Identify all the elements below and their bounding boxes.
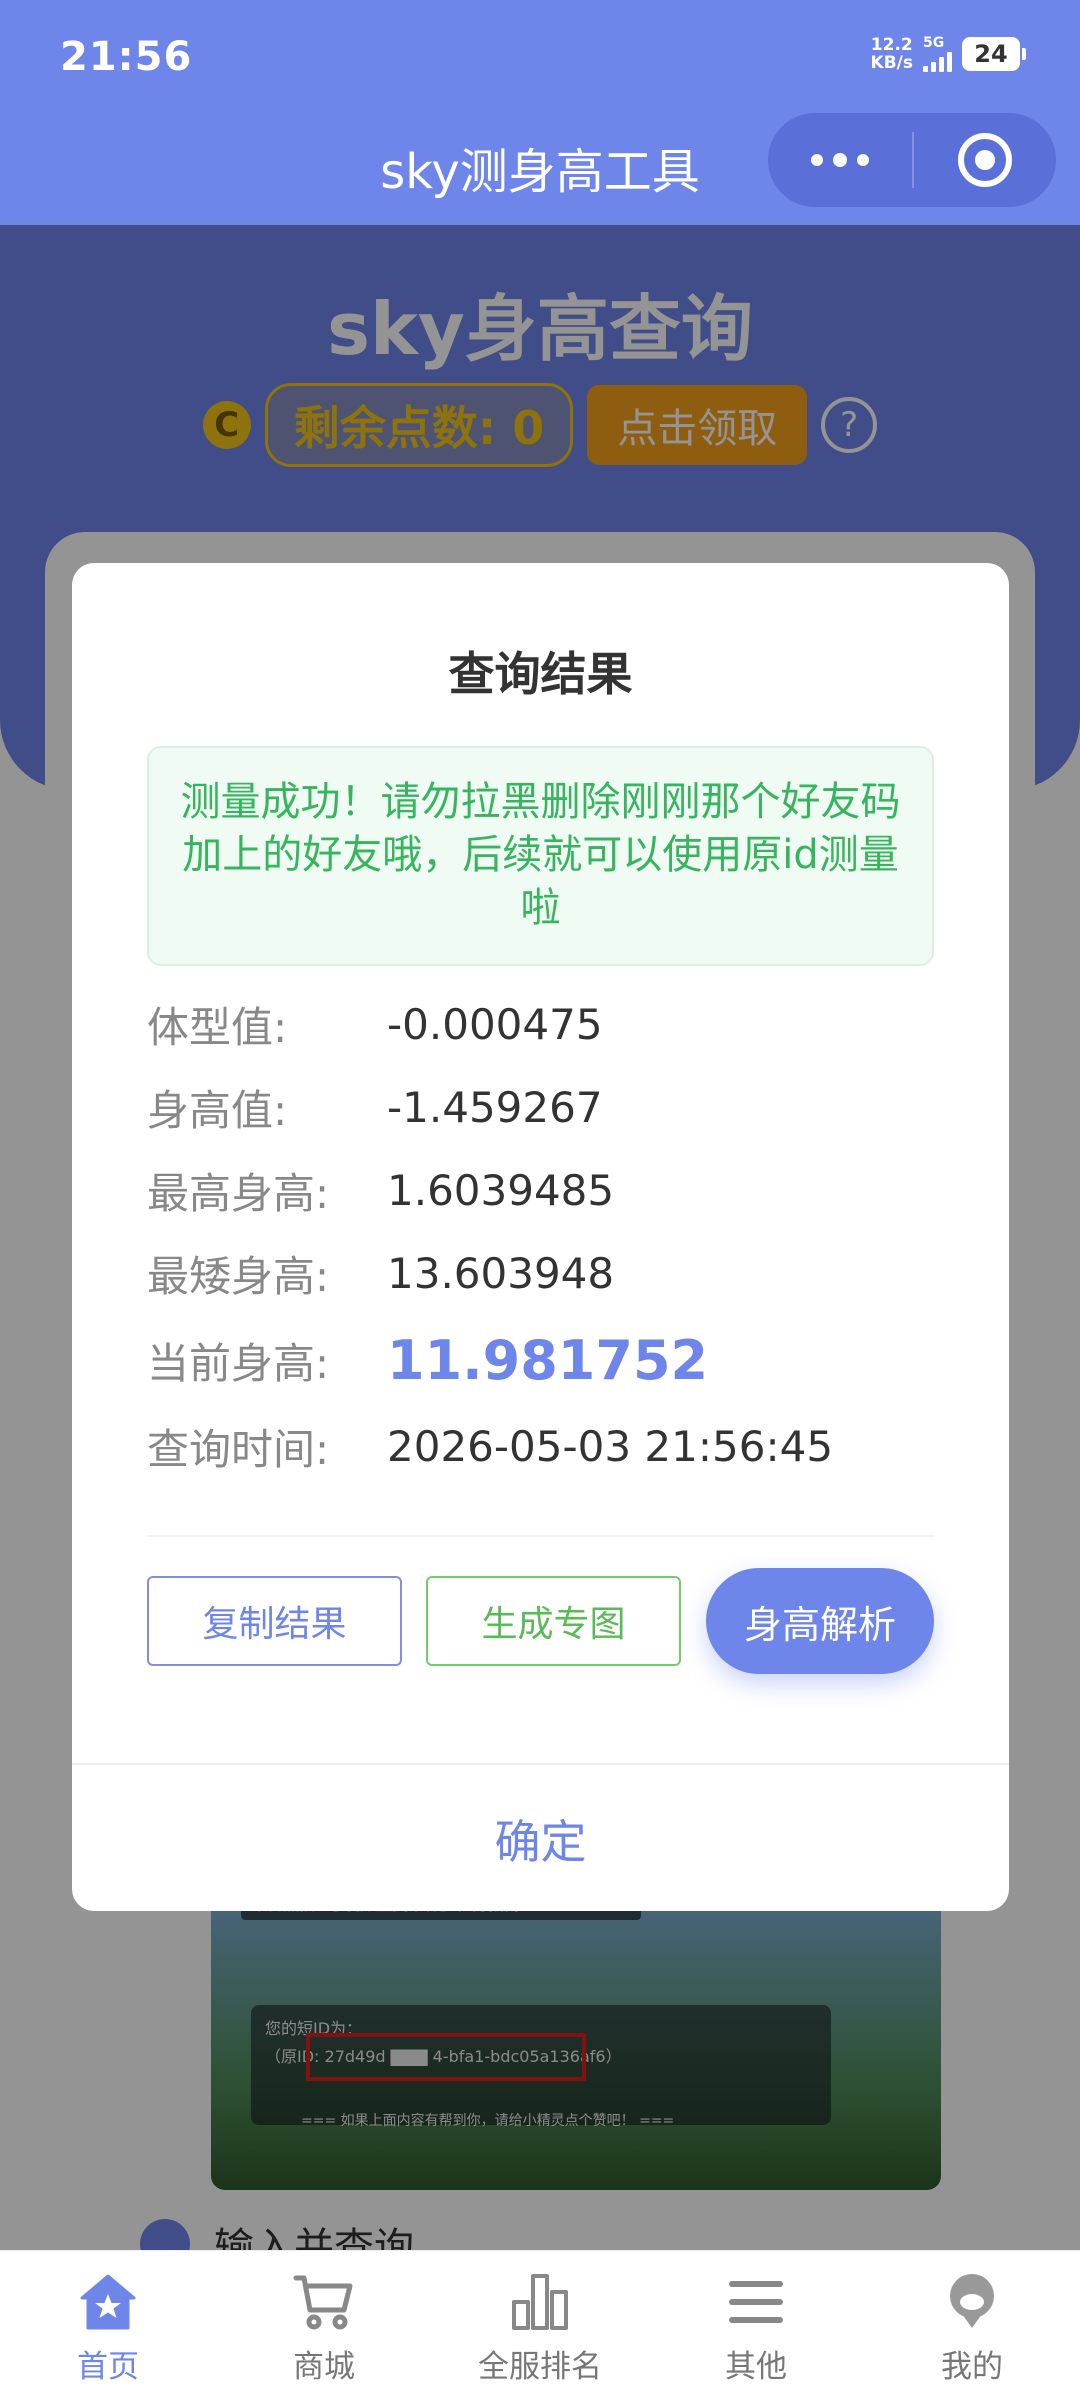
user-icon [939,2269,1005,2335]
tab-mine[interactable]: 我的 [864,2251,1080,2400]
close-program-icon[interactable] [914,113,1056,207]
success-notice: 测量成功！请勿拉黑删除刚刚那个好友码加上的好友哦，后续就可以使用原id测量啦 [147,746,934,966]
battery-icon: 24 [962,37,1026,71]
tab-other[interactable]: 其他 [648,2251,864,2400]
tab-shop[interactable]: 商城 [216,2251,432,2400]
dialog-title: 查询结果 [448,647,633,701]
top-header: 21:56 12.2 KB/s 5G 24 sky测身高工具 [0,0,1080,225]
row-height-value: 身高值: -1.459267 [147,1083,603,1135]
generate-image-button[interactable]: 生成专图 [426,1576,681,1666]
row-min-height: 最矮身高: 13.603948 [147,1249,615,1301]
tab-home[interactable]: 首页 [0,2251,216,2400]
row-current-height: 当前身高: 11.981752 [147,1328,709,1392]
bottom-tab-bar: 首页 商城 全服排名 其他 我的 [0,2250,1080,2400]
mini-program-capsule [768,113,1056,207]
divider [72,1763,1009,1765]
status-time: 21:56 [60,34,193,80]
row-query-time: 查询时间: 2026-05-03 21:56:45 [147,1422,834,1474]
confirm-button[interactable]: 确定 [72,1766,1009,1911]
signal-icon: 5G [923,36,952,72]
result-dialog: 查询结果 测量成功！请勿拉黑删除刚刚那个好友码加上的好友哦，后续就可以使用原id… [72,563,1009,1911]
copy-result-button[interactable]: 复制结果 [147,1576,402,1666]
menu-icon [723,2269,789,2335]
height-analysis-button[interactable]: 身高解析 [706,1568,934,1674]
network-speed: 12.2 KB/s [870,35,913,73]
bar-chart-icon [507,2269,573,2335]
result-list: 体型值: -0.000475 身高值: -1.459267 最高身高: 1.60… [147,983,934,1488]
divider [147,1535,934,1537]
cart-icon [291,2269,357,2335]
row-max-height: 最高身高: 1.6039485 [147,1166,615,1218]
more-options-icon[interactable] [768,113,912,207]
row-body-value: 体型值: -0.000475 [147,1000,603,1052]
tab-ranking[interactable]: 全服排名 [432,2251,648,2400]
home-star-icon [75,2269,141,2335]
status-indicators: 12.2 KB/s 5G 24 [870,35,1026,73]
